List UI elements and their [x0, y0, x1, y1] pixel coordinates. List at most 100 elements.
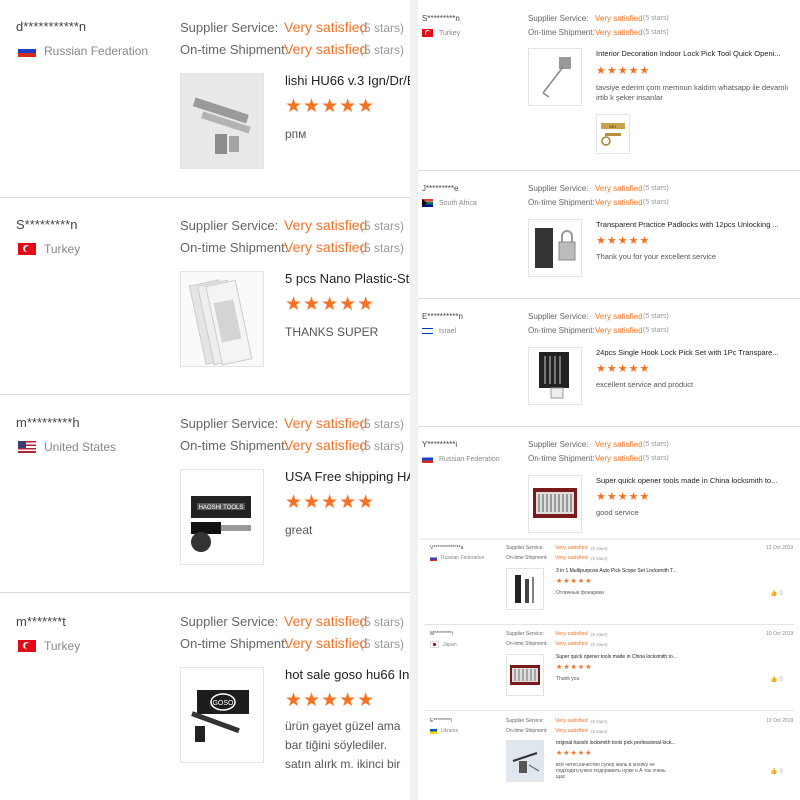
reviewer-country: Russian Federation — [18, 44, 148, 58]
thumbs-up-icon: 👍 — [770, 677, 778, 683]
product-title-link[interactable]: Interior Decoration Indoor Lock Pick Too… — [596, 49, 796, 58]
supplier-service-value: Very satisfied — [284, 415, 368, 431]
supplier-service-value: Very satisfied — [595, 312, 643, 321]
supplier-service-value: Very satisfied — [284, 217, 368, 233]
panel-separator — [410, 0, 418, 800]
supplier-service-label: Supplier Service: — [180, 218, 279, 233]
product-thumbnail[interactable]: GOSO — [180, 667, 264, 763]
review-item: J*********e South Africa Supplier Servic… — [418, 170, 800, 299]
supplier-service-value: Very satisfied — [284, 613, 368, 629]
haoshi-pick-image — [507, 741, 543, 781]
review-text: good service — [596, 508, 639, 517]
lock-pick-tool-image — [529, 49, 581, 105]
product-title-link[interactable]: Transparent Practice Padlocks with 12pcs… — [596, 220, 796, 229]
product-title-link[interactable]: 24pcs Single Hook Lock Pick Set with 1Pc… — [596, 348, 796, 357]
reviewer-name: m*********h — [16, 415, 80, 430]
flag-russia-icon — [422, 455, 433, 463]
country-name: Russian Federation — [44, 44, 149, 58]
svg-text:GOSO: GOSO — [212, 700, 234, 707]
flag-turkey-icon — [422, 29, 433, 37]
supplier-service-value: Very satisfied — [555, 631, 588, 637]
product-title-link[interactable]: 5 pcs Nano Plastic-Steel — [285, 271, 410, 286]
reviewer-country: Russian Federation — [430, 555, 484, 561]
reviewer-country: United States — [18, 440, 116, 454]
review-item: V**************a Russian Federation Supp… — [424, 540, 794, 625]
opener-tools-case-image — [529, 476, 581, 532]
product-title-link[interactable]: 3 in 1 Multipurpose Auto Pick Scope Set … — [556, 568, 706, 574]
supplier-service-label: Supplier Service: — [506, 631, 544, 637]
shipment-value: Very satisfied — [595, 326, 643, 335]
review-photo-thumbnail[interactable]: KEY — [596, 114, 630, 154]
review-rating-stars: ★★★★★ — [556, 664, 593, 671]
country-name: Turkey — [44, 639, 81, 653]
review-rating-stars: ★★★★★ — [596, 235, 651, 247]
review-item: S*********n Turkey Supplier Service: Ver… — [418, 0, 800, 171]
reviewer-name: m*******t — [16, 614, 66, 629]
like-button[interactable]: 👍 0 — [770, 590, 783, 598]
flag-israel-icon — [422, 327, 433, 335]
review-rating-stars: ★★★★★ — [285, 492, 376, 513]
like-button[interactable]: 👍 0 — [770, 768, 783, 776]
product-thumbnail[interactable] — [180, 271, 264, 367]
review-item: E**********n Israel Supplier Service: Ve… — [418, 298, 800, 427]
goso-tool-image: GOSO — [181, 668, 263, 762]
product-thumbnail[interactable] — [506, 654, 544, 696]
review-list-medium: S*********n Turkey Supplier Service: Ver… — [418, 0, 800, 538]
review-rating-stars: ★★★★★ — [596, 65, 651, 77]
product-thumbnail[interactable] — [506, 740, 544, 782]
reviewer-name: Y*********i — [422, 440, 458, 449]
supplier-service-stars: (5 stars) — [360, 219, 405, 233]
review-text: ürün gayet güzel ama bar tiğini söyledil… — [285, 719, 401, 777]
reviewer-country: South Africa — [422, 199, 477, 207]
shipment-label: On-time Shipment: — [506, 641, 548, 647]
product-thumbnail[interactable] — [506, 568, 544, 610]
reviewer-country: Turkey — [18, 242, 80, 256]
product-title-link[interactable]: Super quick opener tools made in China l… — [556, 654, 706, 660]
shipment-stars: (5 stars) — [591, 642, 608, 647]
shipment-stars: (5 stars) — [591, 556, 608, 561]
supplier-service-label: Supplier Service: — [528, 184, 589, 193]
review-list-large: d***********n Russian Federation Supplie… — [0, 0, 410, 800]
review-date: 12 Oct 2019 — [766, 545, 794, 551]
practice-cards-image — [181, 272, 263, 366]
product-title-link[interactable]: original haoshi locksmith tools pick pro… — [556, 740, 706, 746]
supplier-service-label: Supplier Service: — [506, 545, 544, 551]
flag-ukraine-icon — [430, 728, 437, 734]
review-item: Y*********i Russian Federation Supplier … — [418, 426, 800, 538]
supplier-service-label: Supplier Service: — [180, 614, 279, 629]
supplier-service-stars: (5 stars) — [591, 719, 608, 724]
product-thumbnail[interactable] — [528, 219, 582, 277]
reviewer-country: Turkey — [422, 29, 460, 37]
product-title-link[interactable]: hot sale goso hu66 Inner g — [285, 667, 410, 682]
reviewer-name: V**************a — [430, 545, 464, 551]
product-thumbnail[interactable] — [528, 48, 582, 106]
review-rating-stars: ★★★★★ — [285, 294, 376, 315]
country-name: Russian Federation — [439, 455, 500, 463]
product-thumbnail[interactable] — [180, 73, 264, 169]
shipment-stars: (5 stars) — [360, 241, 405, 255]
reviewer-name: S*********n — [422, 14, 460, 23]
product-thumbnail[interactable] — [528, 475, 582, 533]
haoshi-tool-box-image: HAOSHI TOOLS — [181, 470, 263, 564]
supplier-service-value: Very satisfied — [284, 19, 368, 35]
supplier-service-stars: (5 stars) — [360, 615, 405, 629]
supplier-service-label: Supplier Service: — [180, 20, 279, 35]
supplier-service-stars: (5 stars) — [643, 313, 669, 320]
product-thumbnail[interactable]: HAOSHI TOOLS — [180, 469, 264, 565]
shipment-label: On-time Shipment: — [528, 28, 595, 37]
supplier-service-label: Supplier Service: — [506, 718, 544, 724]
like-button[interactable]: 👍 0 — [770, 676, 783, 684]
review-date: 10 Oct 2019 — [766, 718, 794, 724]
shipment-label: On-time Shipment: — [528, 454, 595, 463]
shipment-label: On-time Shipment: — [528, 198, 595, 207]
product-thumbnail[interactable] — [528, 347, 582, 405]
review-rating-stars: ★★★★★ — [596, 363, 651, 375]
shipment-label: On-time Shipment: — [506, 728, 548, 734]
product-title-link[interactable]: USA Free shipping HAOS — [285, 469, 410, 484]
shipment-label: On-time Shipment: — [180, 636, 289, 651]
review-rating-stars: ★★★★★ — [556, 750, 593, 757]
product-title-link[interactable]: Super quick opener tools made in China l… — [596, 476, 796, 485]
thumbs-up-icon: 👍 — [770, 769, 778, 775]
shipment-value: Very satisfied — [284, 41, 368, 57]
product-title-link[interactable]: lishi HU66 v.3 Ign/Dr/Bt 2 — [285, 73, 410, 88]
